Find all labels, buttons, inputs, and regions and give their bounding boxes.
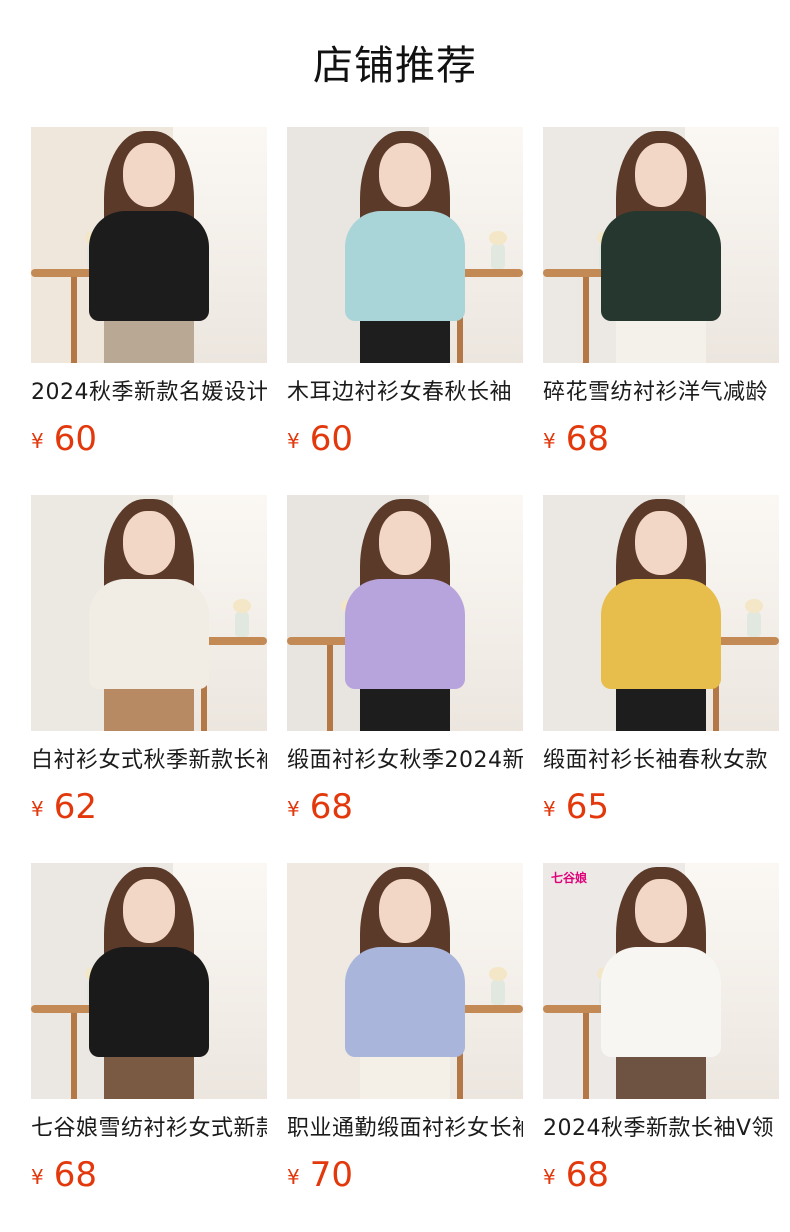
image-vase (235, 611, 249, 637)
product-price: ¥65 (543, 787, 779, 827)
image-vase (747, 611, 761, 637)
product-name[interactable]: 缎面衬衫长袖春秋女款 (543, 747, 779, 775)
product-image[interactable] (543, 495, 779, 731)
model-face (379, 879, 431, 943)
product-card[interactable]: 七谷娘雪纺衬衫女式新款 ¥68 (31, 863, 267, 1231)
model-face (635, 511, 687, 575)
model-blouse (601, 211, 721, 321)
image-flower (745, 599, 763, 613)
product-card[interactable]: 七谷娘 2024秋季新款长袖V领 ¥68 (543, 863, 779, 1231)
model-pants (616, 315, 706, 363)
price-value: 62 (53, 787, 97, 827)
image-table-leg (71, 277, 77, 363)
image-vase (491, 979, 505, 1005)
model-pants (104, 315, 194, 363)
product-price: ¥60 (287, 419, 523, 459)
model-face (123, 143, 175, 207)
product-card[interactable]: 缎面衬衫女秋季2024新款 ¥68 (287, 495, 523, 863)
product-image[interactable] (543, 127, 779, 363)
product-image[interactable] (287, 863, 523, 1099)
currency-symbol: ¥ (31, 1165, 44, 1189)
image-table-leg (327, 645, 333, 731)
product-image[interactable] (31, 495, 267, 731)
price-value: 70 (309, 1155, 353, 1195)
model-blouse (89, 579, 209, 689)
product-image[interactable] (287, 495, 523, 731)
price-value: 60 (53, 419, 97, 459)
price-value: 68 (565, 419, 609, 459)
model-face (379, 511, 431, 575)
model-pants (360, 683, 450, 731)
model-pants (360, 315, 450, 363)
product-price: ¥68 (543, 419, 779, 459)
image-table-leg (583, 277, 589, 363)
page-title: 店铺推荐 (313, 43, 477, 89)
model-pants (616, 1051, 706, 1099)
product-card[interactable]: 职业通勤缎面衬衫女长袖 ¥70 (287, 863, 523, 1231)
price-value: 68 (53, 1155, 97, 1195)
product-price: ¥68 (287, 787, 523, 827)
product-name[interactable]: 缎面衬衫女秋季2024新款 (287, 747, 523, 775)
product-name[interactable]: 职业通勤缎面衬衫女长袖 (287, 1115, 523, 1143)
model-face (379, 143, 431, 207)
product-image[interactable] (31, 863, 267, 1099)
price-value: 68 (565, 1155, 609, 1195)
image-table-leg (71, 1013, 77, 1099)
product-name[interactable]: 2024秋季新款名媛设计感 (31, 379, 267, 407)
model-face (123, 879, 175, 943)
product-image[interactable] (287, 127, 523, 363)
image-flower (489, 967, 507, 981)
product-image[interactable]: 七谷娘 (543, 863, 779, 1099)
model-pants (360, 1051, 450, 1099)
product-name[interactable]: 木耳边衬衫女春秋长袖 (287, 379, 523, 407)
product-grid: 2024秋季新款名媛设计感 ¥60 木耳边衬衫女春秋长袖 ¥60 碎花雪纺衬衫洋气减龄 ¥… (31, 127, 779, 1231)
product-price: ¥68 (31, 1155, 267, 1195)
model-blouse (345, 947, 465, 1057)
price-value: 68 (309, 787, 353, 827)
currency-symbol: ¥ (287, 797, 300, 821)
image-vase (491, 243, 505, 269)
product-card[interactable]: 白衬衫女式秋季新款长袖 ¥62 (31, 495, 267, 863)
product-name[interactable]: 2024秋季新款长袖V领 (543, 1115, 779, 1143)
image-table-leg (583, 1013, 589, 1099)
product-price: ¥62 (31, 787, 267, 827)
currency-symbol: ¥ (31, 429, 44, 453)
currency-symbol: ¥ (287, 1165, 300, 1189)
product-card[interactable]: 缎面衬衫长袖春秋女款 ¥65 (543, 495, 779, 863)
product-price: ¥68 (543, 1155, 779, 1195)
currency-symbol: ¥ (543, 1165, 556, 1189)
currency-symbol: ¥ (287, 429, 300, 453)
model-face (635, 143, 687, 207)
price-value: 60 (309, 419, 353, 459)
product-name[interactable]: 七谷娘雪纺衬衫女式新款 (31, 1115, 267, 1143)
currency-symbol: ¥ (31, 797, 44, 821)
brand-badge: 七谷娘 (551, 871, 588, 885)
product-name[interactable]: 碎花雪纺衬衫洋气减龄 (543, 379, 779, 407)
model-pants (104, 1051, 194, 1099)
model-blouse (601, 579, 721, 689)
model-blouse (345, 211, 465, 321)
model-face (635, 879, 687, 943)
currency-symbol: ¥ (543, 429, 556, 453)
product-price: ¥70 (287, 1155, 523, 1195)
model-blouse (601, 947, 721, 1057)
product-price: ¥60 (31, 419, 267, 459)
model-face (123, 511, 175, 575)
product-name[interactable]: 白衬衫女式秋季新款长袖 (31, 747, 267, 775)
model-pants (616, 683, 706, 731)
model-pants (104, 683, 194, 731)
product-image[interactable] (31, 127, 267, 363)
product-card[interactable]: 木耳边衬衫女春秋长袖 ¥60 (287, 127, 523, 495)
model-blouse (89, 947, 209, 1057)
product-card[interactable]: 2024秋季新款名媛设计感 ¥60 (31, 127, 267, 495)
model-blouse (89, 211, 209, 321)
currency-symbol: ¥ (543, 797, 556, 821)
model-blouse (345, 579, 465, 689)
image-flower (233, 599, 251, 613)
product-card[interactable]: 碎花雪纺衬衫洋气减龄 ¥68 (543, 127, 779, 495)
price-value: 65 (565, 787, 609, 827)
image-flower (489, 231, 507, 245)
